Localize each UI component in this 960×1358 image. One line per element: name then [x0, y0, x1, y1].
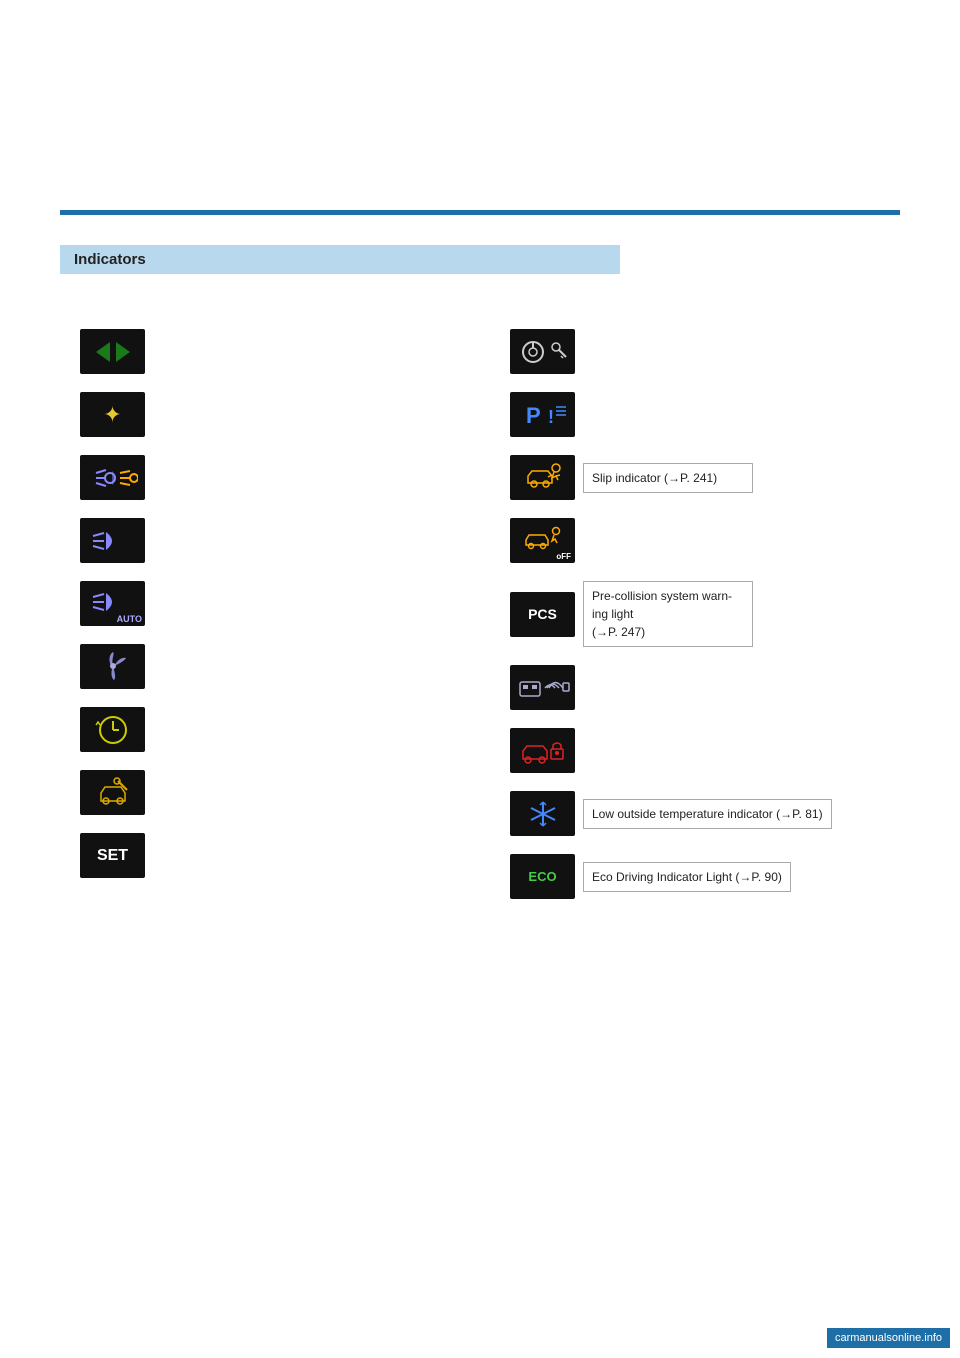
key-row [510, 329, 880, 374]
wrench-icon [80, 770, 145, 815]
headlight-icon [80, 518, 145, 563]
highbeam-fog-row [80, 455, 450, 500]
pcs-callout-text: Pre-collision system warn-ing light(→P. … [592, 589, 732, 639]
pcs-label: PCS [528, 606, 557, 622]
daytime-light-row: ✦ [80, 392, 450, 437]
temperature-callout: Low outside temperature indicator (→P. 8… [583, 799, 832, 829]
auto-headlight-icon: AUTO [80, 581, 145, 626]
parking-row: P ! [510, 392, 880, 437]
door-lock-row [510, 728, 880, 773]
clock-row [80, 707, 450, 752]
radar-row [510, 665, 880, 710]
clock-svg [93, 710, 133, 750]
set-icon: SET [80, 833, 145, 878]
section-header-wrapper: Indicators [60, 245, 900, 304]
eco-callout: Eco Driving Indicator Light (→P. 90) [583, 862, 791, 892]
key-svg [518, 334, 568, 369]
fan-icon [80, 644, 145, 689]
off-label: oFF [556, 552, 571, 561]
clock-icon [80, 707, 145, 752]
slip-off-icon: oFF [510, 518, 575, 563]
eco-label: ECO [528, 869, 556, 884]
turn-signal-icon [80, 329, 145, 374]
temperature-row: Low outside temperature indicator (→P. 8… [510, 791, 880, 836]
indicators-header: Indicators [60, 245, 620, 274]
eco-row: ECO Eco Driving Indicator Light (→P. 90) [510, 854, 880, 899]
eco-callout-text: Eco Driving Indicator Light (→P. 90) [592, 870, 782, 884]
daytime-light-icon: ✦ [80, 392, 145, 437]
pcs-row: PCS Pre-collision system warn-ing light(… [510, 581, 880, 647]
pcs-icon: PCS [510, 592, 575, 637]
pcs-callout: Pre-collision system warn-ing light(→P. … [583, 581, 753, 647]
blue-divider [60, 210, 900, 215]
slip-icon [510, 455, 575, 500]
right-column: P ! [510, 329, 880, 917]
wrench-row [80, 770, 450, 815]
beam-fog-svg [88, 463, 138, 493]
temperature-callout-text: Low outside temperature indicator (→P. 8… [592, 807, 823, 821]
indicators-container: ✦ [80, 329, 880, 917]
radar-icon [510, 665, 575, 710]
slip-callout-text: Slip indicator (→P. 241) [592, 471, 717, 485]
slip-svg [518, 458, 568, 498]
wrench-svg [93, 773, 133, 813]
slip-callout: Slip indicator (→P. 241) [583, 463, 753, 493]
parking-icon: P ! [510, 392, 575, 437]
arrow-right-icon [116, 342, 130, 362]
auto-headlight-row: AUTO [80, 581, 450, 626]
highbeam-fog-icon [80, 455, 145, 500]
fan-row [80, 644, 450, 689]
headlight-row [80, 518, 450, 563]
set-label: SET [97, 847, 128, 865]
temperature-icon [510, 791, 575, 836]
temperature-svg [518, 794, 568, 834]
door-lock-icon [510, 728, 575, 773]
page-content: Indicators ✦ [0, 0, 960, 957]
top-spacer [60, 40, 900, 190]
sun-icon: ✦ [103, 402, 121, 428]
auto-label: AUTO [117, 614, 142, 624]
eco-icon: ECO [510, 854, 575, 899]
key-icon [510, 329, 575, 374]
door-lock-svg [518, 731, 568, 771]
set-row: SET [80, 833, 450, 878]
arrow-left-icon [96, 342, 110, 362]
slip-off-row: oFF [510, 518, 880, 563]
fan-svg [93, 649, 133, 684]
left-column: ✦ [80, 329, 450, 917]
svg-text:P: P [526, 403, 541, 428]
svg-text:!: ! [548, 407, 554, 427]
radar-svg [515, 670, 570, 705]
headlight-svg [88, 526, 138, 556]
turn-signal-row [80, 329, 450, 374]
slip-row: Slip indicator (→P. 241) [510, 455, 880, 500]
watermark: carmanualsonline.info [827, 1328, 950, 1348]
parking-svg: P ! [518, 397, 568, 432]
